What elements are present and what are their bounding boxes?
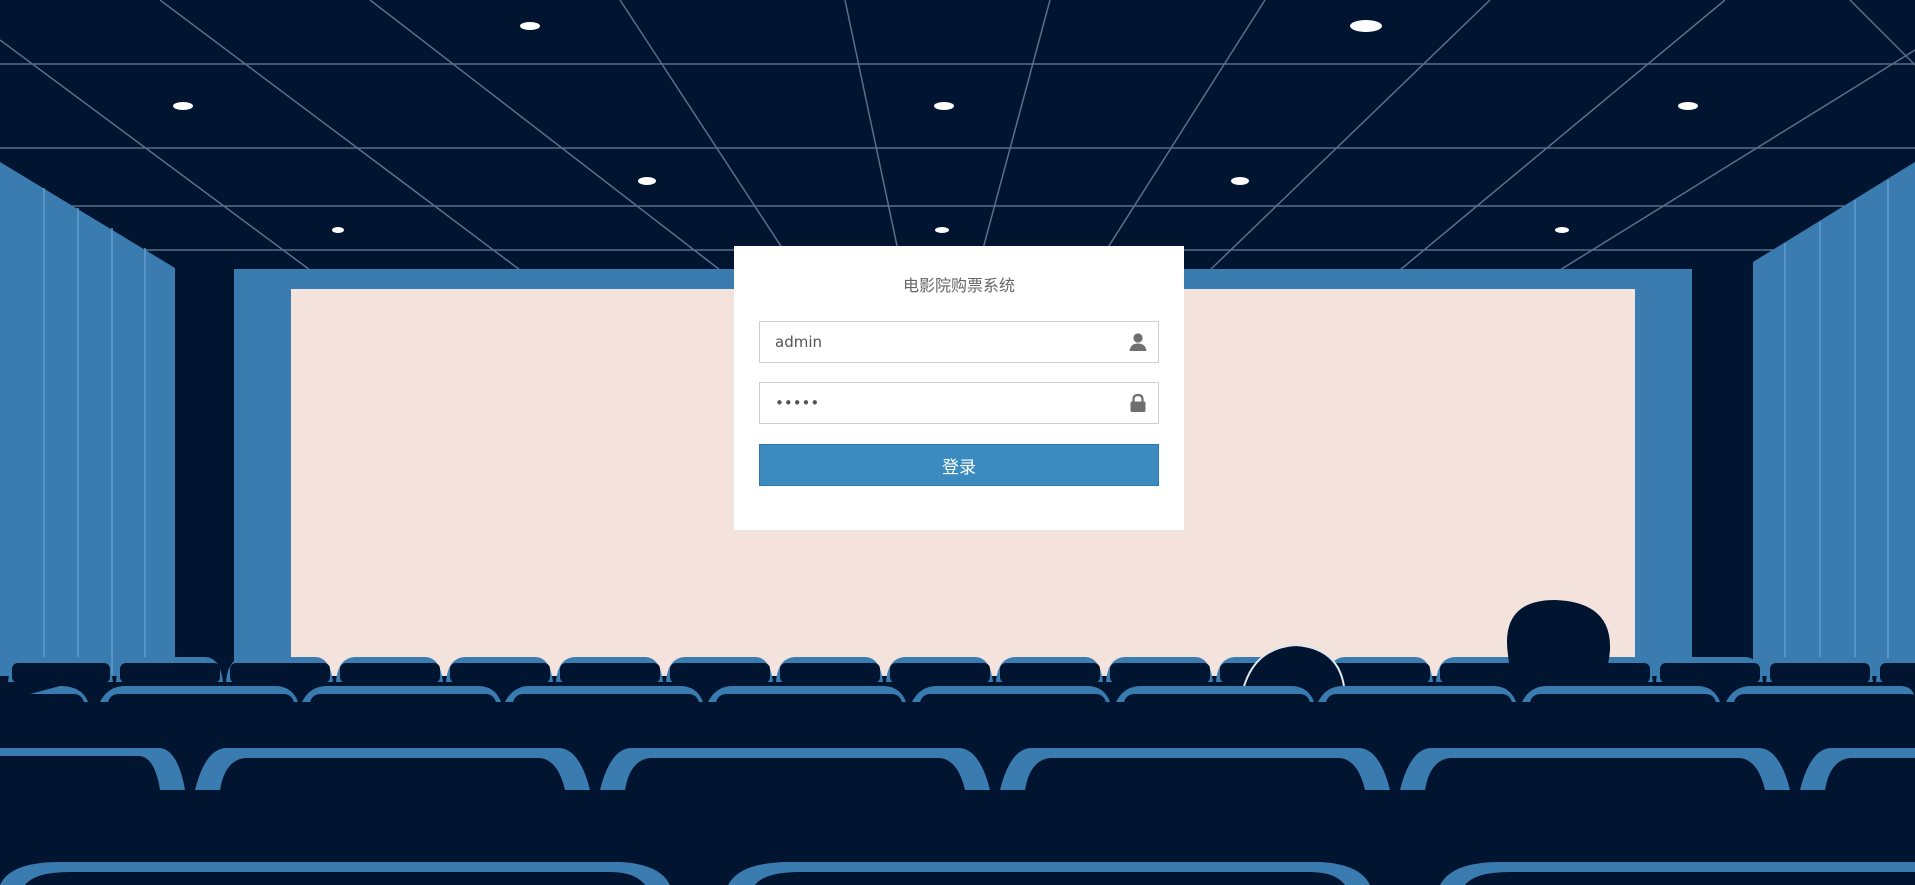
login-panel: 电影院购票系统 登录 [734,246,1184,530]
seat-row-2 [0,686,1915,754]
page-title: 电影院购票系统 [902,276,1015,295]
login-button[interactable]: 登录 [759,444,1159,486]
user-icon [1129,333,1147,351]
username-input[interactable] [760,322,1120,362]
username-field[interactable] [759,321,1159,363]
lock-icon [1130,393,1146,412]
password-input[interactable] [760,383,1120,423]
password-field[interactable] [759,382,1159,424]
